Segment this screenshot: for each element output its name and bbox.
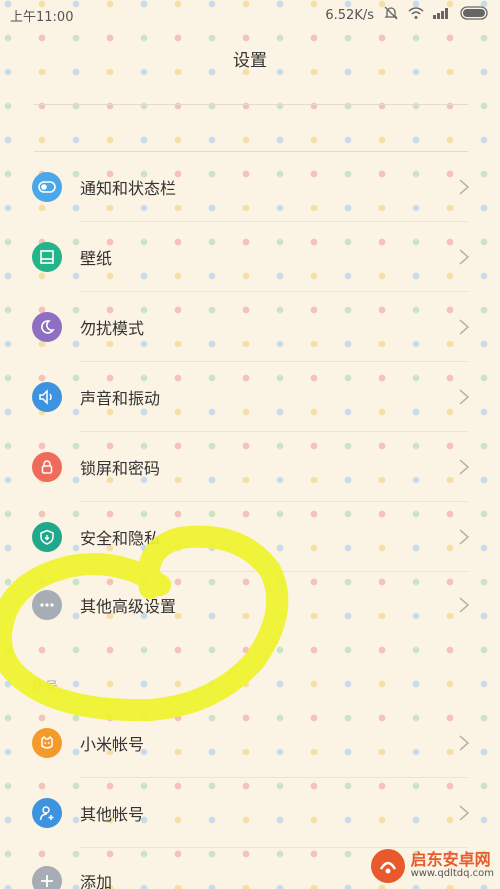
add-person-icon [32,798,62,828]
watermark-url: www.qdltdq.com [410,868,494,880]
setting-row-security[interactable]: 安全和隐私 [0,502,500,572]
chevron-right-icon [459,179,470,195]
setting-row-wallpaper[interactable]: 壁纸 [0,222,500,292]
chevron-right-icon [459,805,470,821]
setting-row-lock-screen[interactable]: 锁屏和密码 [0,432,500,502]
mi-account-icon [32,728,62,758]
watermark-title: 启东安卓网 [410,850,491,870]
setting-label: 锁屏和密码 [80,459,161,478]
account-label: 小米帐号 [80,735,145,754]
chevron-right-icon [459,597,470,613]
toggle-icon [32,172,62,202]
setting-label: 其他高级设置 [80,597,177,616]
page-title: 设置 [233,51,267,71]
watermark: 启东安卓网 www.qdltdq.com [370,849,494,883]
chevron-right-icon [459,459,470,475]
chevron-right-icon [459,319,470,335]
watermark-logo-icon [370,849,405,883]
mute-bell-icon [383,5,399,25]
setting-label: 安全和隐私 [80,529,161,548]
battery-icon [460,6,490,24]
header-divider [34,104,468,105]
setting-label: 声音和振动 [80,389,161,408]
setting-row-sound[interactable]: 声音和振动 [0,362,500,432]
setting-row-advanced[interactable]: 其他高级设置 [0,570,500,640]
more-dots-icon [32,590,62,620]
setting-row-do-not-disturb[interactable]: 勿扰模式 [0,292,500,362]
chevron-right-icon [459,249,470,265]
moon-icon [32,312,62,342]
setting-label: 勿扰模式 [80,319,145,338]
account-label: 添加 [80,873,113,889]
signal-icon [433,7,451,23]
plus-icon [32,866,62,889]
account-row-other[interactable]: 其他帐号 [0,778,500,848]
chevron-right-icon [459,389,470,405]
chevron-right-icon [459,735,470,751]
setting-label: 壁纸 [80,249,113,268]
account-row-mi[interactable]: 小米帐号 [0,708,500,778]
network-speed: 6.52K/s [325,7,374,23]
wallpaper-icon [32,242,62,272]
speaker-icon [32,382,62,412]
status-time: 上午11:00 [10,9,74,25]
section-label-accounts: 帐号 [32,680,59,695]
shield-icon [32,522,62,552]
status-bar: 上午11:00 6.52K/s [0,0,500,30]
lock-icon [32,452,62,482]
account-label: 其他帐号 [80,805,145,824]
setting-label: 通知和状态栏 [80,179,177,198]
wifi-icon [408,6,424,24]
setting-row-notifications[interactable]: 通知和状态栏 [0,152,500,222]
status-icons: 6.52K/s [325,5,490,25]
chevron-right-icon [459,529,470,545]
